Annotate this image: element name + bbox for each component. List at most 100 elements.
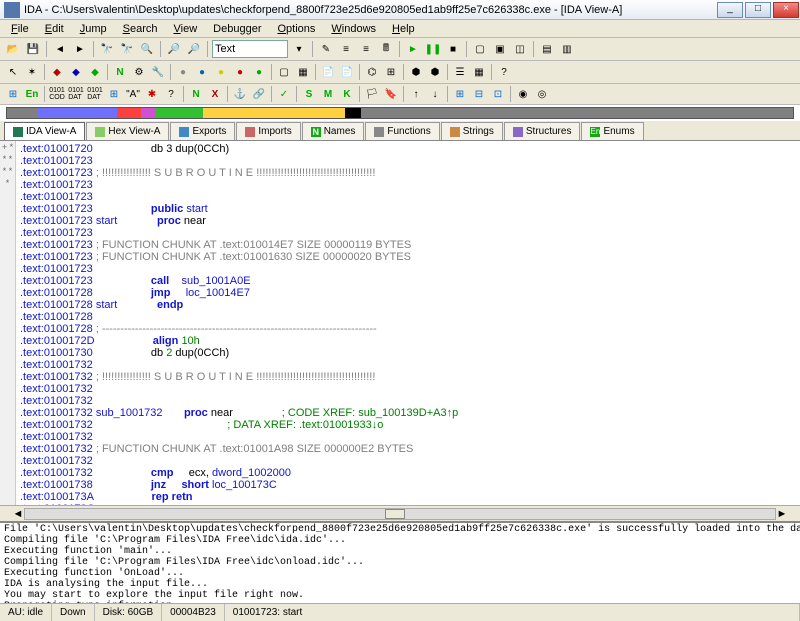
- menu-file[interactable]: File: [4, 23, 36, 35]
- tool-a-icon[interactable]: ✎: [317, 40, 335, 58]
- run-icon[interactable]: ►: [404, 40, 422, 58]
- doc-icon-2[interactable]: 📄: [338, 63, 356, 81]
- tab-functions[interactable]: Functions: [365, 122, 439, 140]
- menu-jump[interactable]: Jump: [73, 23, 114, 35]
- arrow-left-icon[interactable]: ◄: [51, 40, 69, 58]
- link-icon[interactable]: 🔗: [250, 85, 268, 103]
- scroll-right-icon[interactable]: ►: [776, 508, 788, 520]
- tab-hex-view-a[interactable]: Hex View-A: [86, 122, 169, 140]
- struct-icon[interactable]: ⊞: [105, 85, 123, 103]
- square-icon[interactable]: ▢: [275, 63, 293, 81]
- tab-imports[interactable]: Imports: [236, 122, 300, 140]
- dropdown-icon[interactable]: ▾: [290, 40, 308, 58]
- zoom-out-icon[interactable]: 🔎: [185, 40, 203, 58]
- panel-icon-2[interactable]: ▥: [558, 40, 576, 58]
- array-icon[interactable]: ✱: [143, 85, 161, 103]
- diamond-blue-icon[interactable]: ◆: [67, 63, 85, 81]
- menu-help[interactable]: Help: [385, 23, 422, 35]
- squares-icon[interactable]: ▦: [294, 63, 312, 81]
- window-icon-1[interactable]: ▢: [471, 40, 489, 58]
- cursor-icon[interactable]: ↖: [4, 63, 22, 81]
- list-icon[interactable]: ☰: [451, 63, 469, 81]
- wrench-icon[interactable]: 🔧: [149, 63, 167, 81]
- minimize-button[interactable]: _: [717, 2, 743, 18]
- calculator-icon[interactable]: 🖩: [377, 40, 395, 58]
- anchor-icon[interactable]: ⚓: [231, 85, 249, 103]
- dot-gray-icon[interactable]: ●: [174, 63, 192, 81]
- menu-debugger[interactable]: Debugger: [206, 23, 268, 35]
- scrollbar-thumb[interactable]: [385, 509, 405, 519]
- zoom-in-icon[interactable]: 🔎: [165, 40, 183, 58]
- tree-icon[interactable]: ⊞: [382, 63, 400, 81]
- menu-edit[interactable]: Edit: [38, 23, 71, 35]
- tab-names[interactable]: NNames: [302, 122, 365, 140]
- diamond-green-icon[interactable]: ◆: [86, 63, 104, 81]
- tool-b-icon[interactable]: ≡: [337, 40, 355, 58]
- hier-icon-1[interactable]: ⊞: [4, 85, 22, 103]
- chart-icon-3[interactable]: ⊡: [489, 85, 507, 103]
- menu-windows[interactable]: Windows: [324, 23, 383, 35]
- dot-yellow-icon[interactable]: ●: [212, 63, 230, 81]
- cross-icon[interactable]: ✶: [23, 63, 41, 81]
- tab-exports[interactable]: Exports: [170, 122, 235, 140]
- window-icon-3[interactable]: ◫: [511, 40, 529, 58]
- dot-green-icon[interactable]: ●: [250, 63, 268, 81]
- code-listing[interactable]: .text:01001720 db 3 dup(0CCh).text:01001…: [16, 141, 800, 505]
- horizontal-scrollbar[interactable]: ◄ ►: [0, 505, 800, 521]
- gear-icon[interactable]: ⚙: [130, 63, 148, 81]
- hex-icon-1[interactable]: ⬢: [407, 63, 425, 81]
- binoculars-icon[interactable]: 🔭: [98, 40, 116, 58]
- scrollbar-track[interactable]: [24, 508, 776, 520]
- disassembly-view[interactable]: + * * * * * * .text:01001720 db 3 dup(0C…: [0, 141, 800, 505]
- ascii-icon[interactable]: "A": [124, 85, 142, 103]
- dot-blue-icon[interactable]: ●: [193, 63, 211, 81]
- flag-icon[interactable]: 🏳: [363, 85, 381, 103]
- scroll-left-icon[interactable]: ◄: [12, 508, 24, 520]
- s-button[interactable]: S: [300, 85, 318, 103]
- chart-icon-2[interactable]: ⊟: [470, 85, 488, 103]
- x-button[interactable]: X: [206, 85, 224, 103]
- undef-icon[interactable]: ?: [162, 85, 180, 103]
- search-icon[interactable]: 🔍: [138, 40, 156, 58]
- arrow-up-icon[interactable]: ↑: [407, 85, 425, 103]
- menu-search[interactable]: Search: [116, 23, 165, 35]
- arrow-right-icon[interactable]: ►: [71, 40, 89, 58]
- help-icon[interactable]: ?: [495, 63, 513, 81]
- byte-icon-3[interactable]: 0101DAT: [86, 85, 104, 103]
- stop-icon[interactable]: ■: [444, 40, 462, 58]
- m-button[interactable]: M: [319, 85, 337, 103]
- menu-options[interactable]: Options: [270, 23, 322, 35]
- dot-red-icon[interactable]: ●: [231, 63, 249, 81]
- tab-ida-view-a[interactable]: IDA View-A: [4, 122, 85, 140]
- close-button[interactable]: ×: [773, 2, 799, 18]
- byte-icon-2[interactable]: 0101DAT: [67, 85, 85, 103]
- diamond-red-icon[interactable]: ◆: [48, 63, 66, 81]
- check-icon[interactable]: ✓: [275, 85, 293, 103]
- doc-icon-1[interactable]: 📄: [319, 63, 337, 81]
- output-log[interactable]: File 'C:\Users\valentin\Desktop\updates\…: [0, 521, 800, 603]
- en-button[interactable]: En: [23, 85, 41, 103]
- pause-icon[interactable]: ❚❚: [424, 40, 442, 58]
- misc-icon-2[interactable]: ◎: [533, 85, 551, 103]
- search-next-icon[interactable]: 🔭: [118, 40, 136, 58]
- tab-structures[interactable]: Structures: [504, 122, 581, 140]
- k-button[interactable]: K: [338, 85, 356, 103]
- n-button[interactable]: N: [111, 63, 129, 81]
- open-icon[interactable]: 📂: [4, 40, 22, 58]
- hex-icon-2[interactable]: ⬢: [426, 63, 444, 81]
- window-icon-2[interactable]: ▣: [491, 40, 509, 58]
- panel-icon-1[interactable]: ▤: [538, 40, 556, 58]
- tab-strings[interactable]: Strings: [441, 122, 503, 140]
- menu-view[interactable]: View: [167, 23, 205, 35]
- tab-enums[interactable]: EnEnums: [581, 122, 643, 140]
- bookmark-icon[interactable]: 🔖: [382, 85, 400, 103]
- n-button-2[interactable]: N: [187, 85, 205, 103]
- maximize-button[interactable]: □: [745, 2, 771, 18]
- misc-icon-1[interactable]: ◉: [514, 85, 532, 103]
- graph-icon[interactable]: ⌬: [363, 63, 381, 81]
- tool-c-icon[interactable]: ≡: [357, 40, 375, 58]
- arrow-down-icon[interactable]: ↓: [426, 85, 444, 103]
- byte-icon-1[interactable]: 0101COD: [48, 85, 66, 103]
- navigation-strip[interactable]: [6, 107, 794, 119]
- grid-icon[interactable]: ▦: [470, 63, 488, 81]
